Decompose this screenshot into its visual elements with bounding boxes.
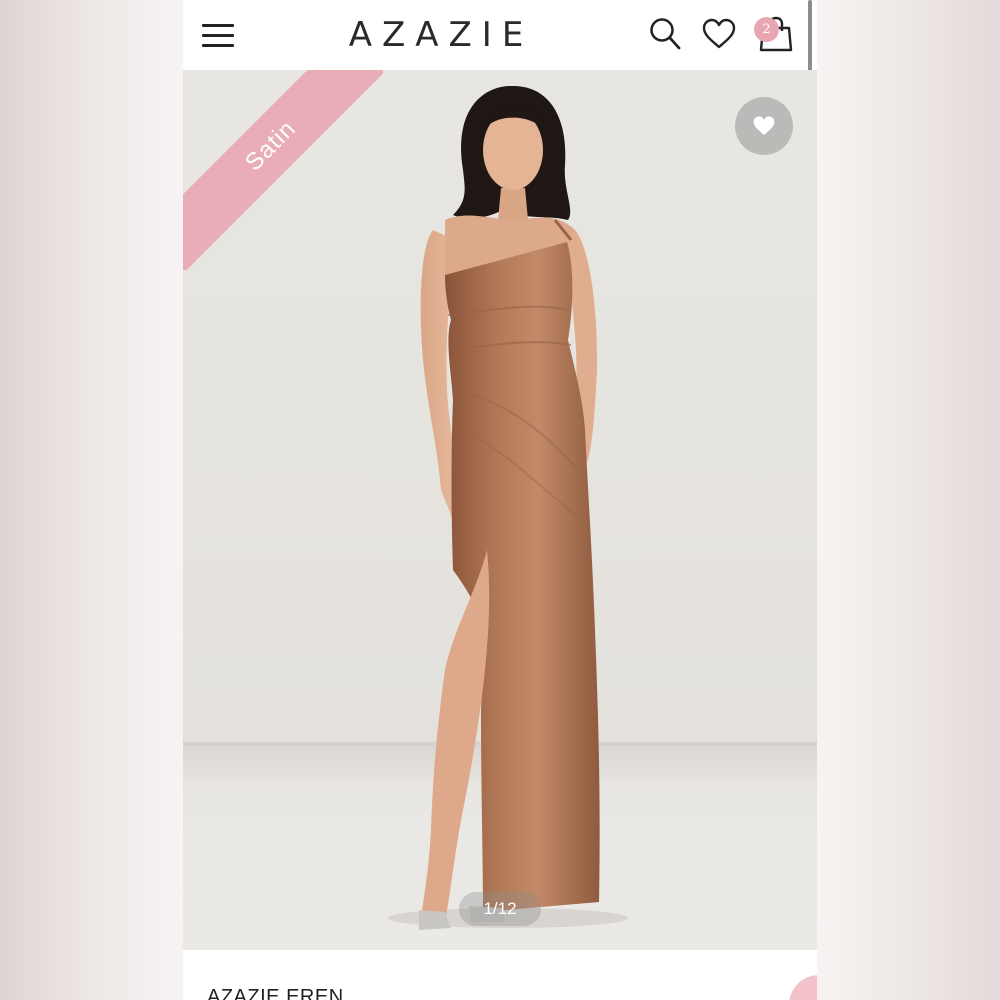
brand-logo[interactable]: AZAZIE (303, 15, 579, 55)
favorite-button[interactable] (735, 97, 793, 155)
heart-icon[interactable] (702, 18, 736, 50)
image-counter: 1/12 (459, 892, 541, 926)
product-image[interactable]: Satin 1/12 (183, 70, 817, 950)
mobile-page: AZAZIE 2 Satin 1/12 AZAZIE EREN (183, 0, 817, 1000)
fabric-ribbon: Satin (183, 70, 383, 270)
fabric-badge: Satin (183, 70, 383, 270)
chat-button[interactable] (789, 975, 817, 1000)
site-header: AZAZIE 2 (183, 0, 817, 70)
search-icon[interactable] (649, 17, 681, 51)
product-title: AZAZIE EREN (207, 986, 344, 1000)
cart-count-badge: 2 (754, 17, 779, 42)
menu-icon[interactable] (202, 22, 235, 48)
heart-filled-icon (753, 116, 775, 135)
